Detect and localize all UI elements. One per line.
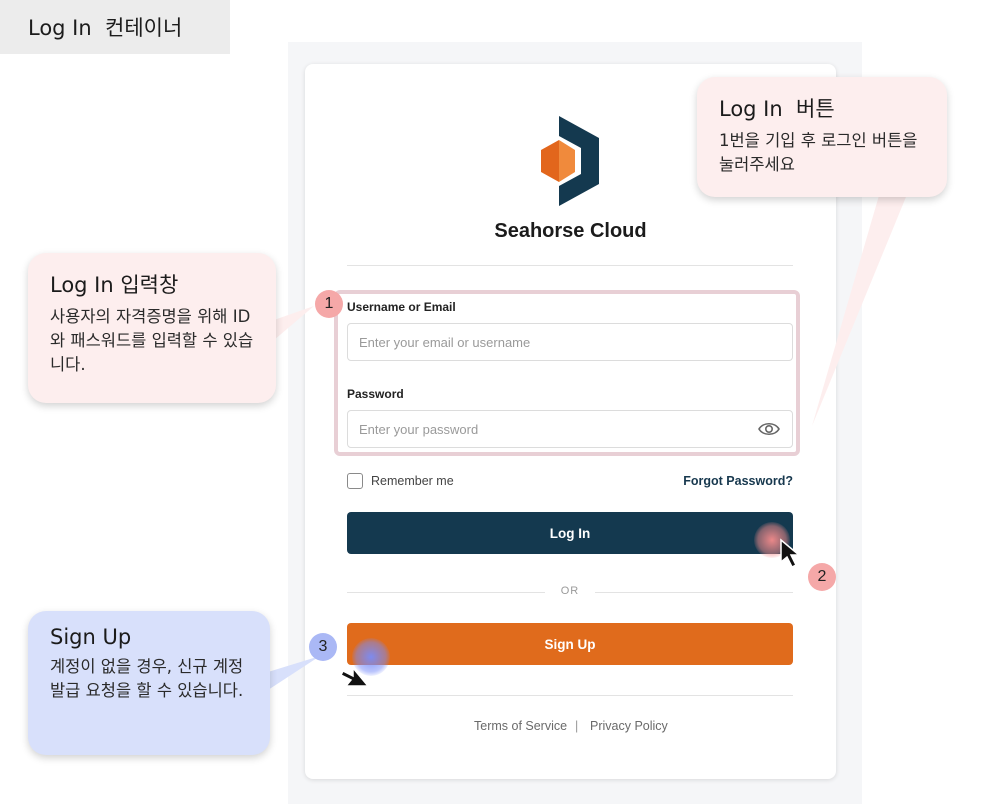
callout-body: 계정이 없을 경우, 신규 계정 발급 요청을 할 수 있습니다. — [50, 657, 244, 700]
or-divider-left — [347, 592, 545, 593]
step-badge-3: 3 — [309, 633, 337, 661]
step-badge-2: 2 — [808, 563, 836, 591]
login-button-callout: Log In 버튼 1번을 기입 후 로그인 버튼을 눌러주세요 — [697, 77, 947, 197]
or-separator: OR — [560, 585, 580, 597]
eye-icon[interactable] — [758, 420, 780, 438]
login-button[interactable]: Log In — [347, 512, 793, 554]
privacy-policy-link[interactable]: Privacy Policy — [590, 719, 668, 733]
username-input[interactable] — [347, 323, 793, 361]
or-divider-right — [595, 592, 793, 593]
input-area-callout: Log In 입력창 사용자의 자격증명을 위해 ID 와 패스워드를 입력할 … — [28, 253, 276, 403]
password-label: Password — [347, 387, 404, 401]
terms-of-service-link[interactable]: Terms of Service — [474, 719, 567, 733]
click-highlight-signup — [352, 638, 390, 676]
callout-body: 1번을 기입 후 로그인 버튼을 눌러주세요 — [719, 131, 918, 174]
remember-me-checkbox[interactable] — [347, 473, 363, 489]
sign-up-callout: Sign Up 계정이 없을 경우, 신규 계정 발급 요청을 할 수 있습니다… — [28, 611, 270, 755]
remember-me-label: Remember me — [371, 474, 454, 488]
callout-title: Log In 버튼 — [719, 97, 835, 121]
brand-name: Seahorse Cloud — [494, 220, 647, 242]
callout-title: Log In 입력창 — [50, 273, 179, 297]
callout-body: 사용자의 자격증명을 위해 ID 와 패스워드를 입력할 수 있습니다. — [50, 307, 254, 374]
seahorse-logo — [541, 116, 599, 206]
forgot-password-link[interactable]: Forgot Password? — [683, 474, 793, 488]
footer-separator: | — [575, 719, 579, 733]
click-highlight-login — [754, 522, 790, 558]
container-title: Log In 컨테이너 — [0, 0, 230, 54]
step-badge-1: 1 — [315, 290, 343, 318]
password-input[interactable] — [347, 410, 793, 448]
sign-up-button[interactable]: Sign Up — [347, 623, 793, 665]
header-divider — [347, 265, 793, 266]
username-label: Username or Email — [347, 300, 456, 314]
callout-title: Sign Up — [50, 625, 132, 649]
footer-divider — [347, 695, 793, 696]
